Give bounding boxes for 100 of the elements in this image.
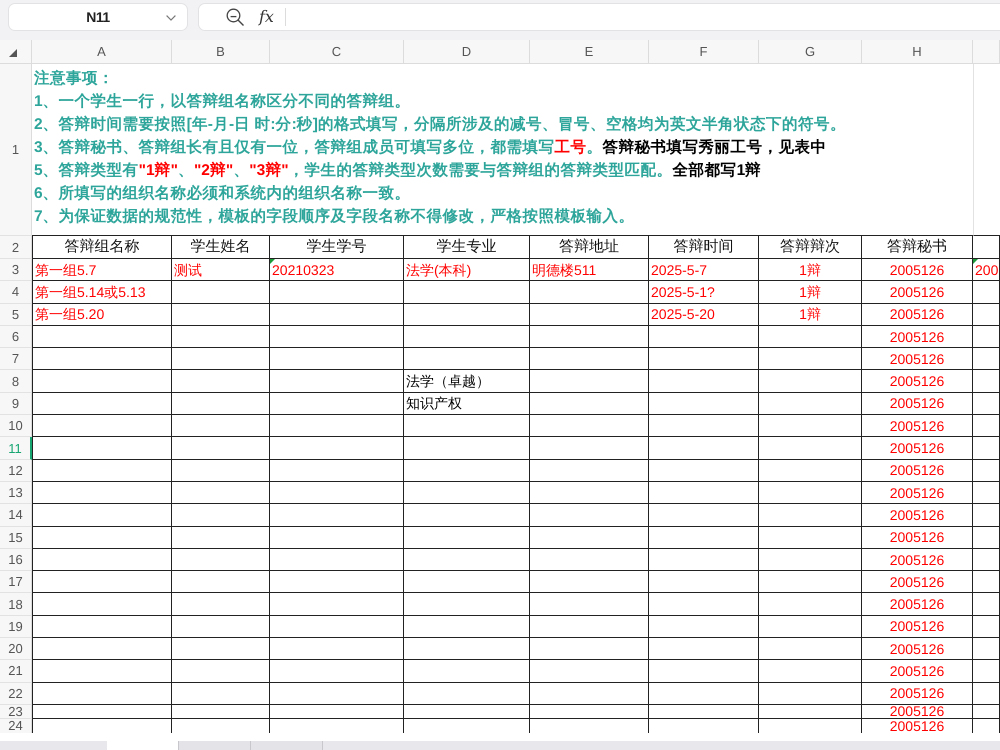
row-header[interactable]: 10 [0,415,32,438]
table-cell: 2005126 [862,370,973,393]
row-header[interactable]: 12 [0,460,32,482]
table-cell: 测试 [172,259,270,282]
row-header[interactable]: 15 [0,526,32,549]
column-header[interactable]: G [759,40,862,64]
row-header[interactable]: 5 [0,304,32,326]
table-cell [973,593,1000,616]
row-header[interactable]: 7 [0,348,32,370]
row-header[interactable]: 23 [0,704,32,719]
row-header[interactable]: 8 [0,370,32,393]
table-cell [973,638,1000,660]
column-header[interactable]: E [530,40,649,64]
table-cell: 2005126 [862,348,973,370]
column-header[interactable] [973,40,1000,64]
row-header[interactable]: 6 [0,326,32,348]
sheet-tab[interactable] [179,741,251,750]
note-line: 6、所填写的组织名称必须和系统内的组织名称一致。 [34,184,411,204]
row-header[interactable]: 3 [0,259,32,282]
table-cell [973,526,1000,549]
table-cell [973,437,1000,460]
table-cell: 2005126 [862,482,973,504]
function-button[interactable]: fx [259,7,274,27]
note-line: 注意事项： [34,68,114,89]
row-header[interactable]: 4 [0,281,32,304]
sheet-tab[interactable] [107,741,179,750]
table-cell: 2005126 [862,392,973,416]
table-cell [973,504,1000,527]
table-cell: 明德楼511 [530,259,649,282]
header-cell [973,236,1000,259]
table-cell: 2005126 [862,638,973,660]
table-cell: 知识产权 [404,392,530,416]
table-cell: 1辩 [759,281,862,304]
table-cell: 2005126 [862,548,973,572]
table-cell: 1辩 [759,259,862,282]
table-cell [973,460,1000,482]
triangle-icon [9,48,17,56]
table-cell: 20210323 [270,259,404,282]
table-cell: 法学（卓越） [404,370,530,393]
note-line: 7、为保证数据的规范性，模板的字段顺序及字段名称不得修改，严格按照模板输入。 [34,206,635,227]
table-cell [973,616,1000,638]
table-cell: 第一组5.7 [32,259,172,282]
header-cell: 学生学号 [270,236,404,259]
table-cell [973,704,1000,719]
row-header[interactable]: 16 [0,548,32,572]
table-cell [973,415,1000,438]
table-cell: 2005126 [862,682,973,705]
table-cell: 2005126 [862,616,973,638]
row-header[interactable]: 9 [0,392,32,416]
note-line: 2、答辩时间需要按照[年-月-日 时:分:秒]的格式填写，分隔所涉及的减号、冒号、空格均为英文半角状态下的符号。 [34,114,846,135]
table-cell [973,304,1000,326]
table-cell: 法学(本科) [404,259,530,282]
header-cell: 答辩地址 [530,236,649,259]
header-cell: 答辩秘书 [862,236,973,259]
row-header[interactable]: 24 [0,718,32,733]
column-header[interactable]: C [270,40,404,64]
row-header[interactable]: 1 [0,64,32,236]
table-cell: 2005126 [862,304,973,326]
column-header[interactable]: B [172,40,270,64]
table-cell [973,660,1000,683]
table-cell [973,281,1000,304]
table-cell: 2025-5-20 [649,304,759,326]
table-cell: 2005126 [862,460,973,482]
table-cell: 2025-5-7 [649,259,759,282]
sheet-tab[interactable] [251,741,323,750]
table-cell: 2005126 [862,281,973,304]
row-header[interactable]: 19 [0,616,32,638]
row-header[interactable]: 20 [0,638,32,660]
row-header[interactable]: 14 [0,504,32,527]
table-cell: 2005126 [862,660,973,683]
column-header[interactable]: A [32,40,172,64]
table-cell: 2005126 [862,259,973,282]
row-header[interactable]: 13 [0,482,32,504]
table-cell: 第一组5.14或5.13 [32,281,172,304]
magnifier-minus-icon[interactable] [226,8,244,26]
select-all-button[interactable] [0,40,32,64]
table-cell [973,326,1000,348]
row-header[interactable]: 22 [0,682,32,705]
name-box[interactable]: N11 [8,3,188,31]
table-cell: 第一组5.20 [32,304,172,326]
row-header[interactable]: 2 [0,236,32,259]
column-header[interactable]: H [862,40,973,64]
column-header[interactable]: F [649,40,759,64]
table-cell: 2005126 [862,593,973,616]
note-line: 1、一个学生一行，以答辩组名称区分不同的答辩组。 [34,92,411,112]
table-cell [973,348,1000,370]
table-cell [973,571,1000,594]
row-header[interactable]: 18 [0,593,32,616]
note-line: 3、答辩秘书、答辩组长有且仅有一位，答辩组成员可填写多位，都需填写工号。答辩秘书填写秀丽工号，见表中 [34,138,827,158]
table-cell: 2005126 [862,415,973,438]
table-cell [973,682,1000,705]
table-cell [973,370,1000,393]
column-header[interactable]: D [404,40,530,64]
row-header[interactable]: 17 [0,571,32,594]
header-cell: 学生姓名 [172,236,270,259]
header-cell: 答辩辩次 [759,236,862,259]
header-cell: 学生专业 [404,236,530,259]
row-header[interactable]: 21 [0,660,32,683]
table-cell: 1辩 [759,304,862,326]
note-line: 5、答辩类型有"1辩"、"2辩"、"3辩"，学生的答辩类型次数需要与答辩组的答辩类型匹配。全部都写1辩 [34,160,762,181]
